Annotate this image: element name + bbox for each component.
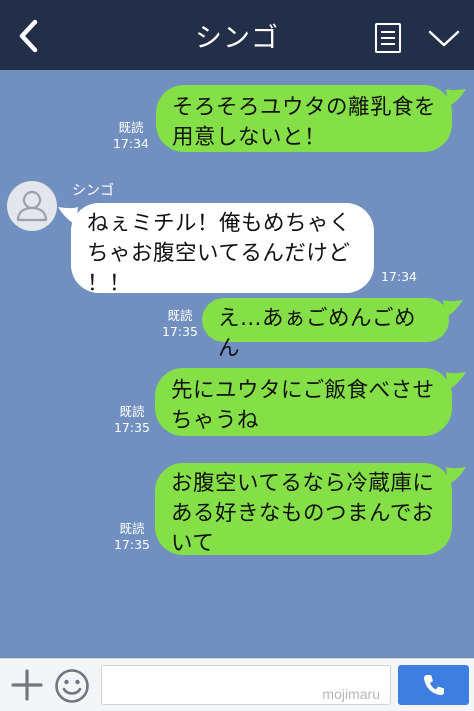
bubble-tail (443, 300, 463, 318)
message-composer: mojimaru (0, 658, 474, 711)
message-line: え…あぁごめんごめん (218, 306, 417, 361)
phone-icon (423, 675, 444, 695)
message-line: ちゃうね (171, 408, 260, 433)
back-button[interactable] (8, 14, 48, 58)
message-line: 用意しないと！ (172, 125, 327, 150)
outgoing-message-bubble[interactable]: 先にユウタにご飯食べさせ ちゃうね (155, 368, 466, 436)
bubble-tail (446, 372, 466, 390)
read-receipt: 既読 (119, 404, 145, 419)
bubble-tail (446, 467, 466, 485)
chat-header: シンゴ (0, 0, 474, 70)
message-line: ！！ (87, 271, 132, 296)
incoming-message-bubble[interactable]: ねぇミチル！俺もめちゃく ちゃお腹空いてるんだけど ！！ (58, 203, 374, 296)
avatar[interactable] (7, 181, 57, 231)
read-receipt: 既読 (119, 521, 145, 536)
plus-icon (11, 669, 43, 701)
read-receipt: 既読 (167, 308, 193, 323)
message-meta: 既読 17:35 (111, 404, 153, 436)
call-button[interactable] (398, 665, 469, 705)
message-time: 17:34 (112, 136, 150, 151)
message-input[interactable]: mojimaru (101, 665, 391, 705)
attach-button[interactable] (10, 668, 44, 702)
message-line: そろそろユウタの離乳食を (172, 95, 437, 120)
message-line: 先にユウタにご飯食べさせ (171, 378, 435, 403)
chat-title: シンゴ (195, 22, 279, 54)
user-icon (16, 190, 48, 222)
message-meta: 既読 17:34 (111, 120, 151, 152)
outgoing-message-bubble[interactable]: え…あぁごめんごめん (202, 298, 463, 361)
message-line: ある好きなものつまんでお (171, 501, 434, 526)
notes-icon (375, 23, 401, 53)
message-time: 17:35 (113, 537, 151, 552)
message-line: お腹空いてるなら冷蔵庫に (171, 471, 435, 496)
message-time: 17:35 (113, 420, 151, 435)
chevron-left-icon (19, 19, 38, 53)
sender-name: シンゴ (72, 183, 114, 199)
menu-toggle-button[interactable] (426, 24, 462, 52)
chat-area[interactable]: 既読 17:34 そろそろユウタの離乳食を 用意しないと！ シンゴ ねぇミチル！… (0, 70, 474, 658)
message-line: ちゃお腹空いてるんだけど (87, 241, 351, 266)
smiley-icon (55, 669, 89, 703)
message-time: 17:34 (380, 269, 418, 284)
bubble-tail (446, 89, 466, 107)
outgoing-message-bubble[interactable]: お腹空いてるなら冷蔵庫に ある好きなものつまんでお いて (155, 463, 466, 556)
chevron-down-icon (428, 30, 460, 47)
emoji-button[interactable] (54, 668, 90, 704)
message-line: ねぇミチル！俺もめちゃく (87, 211, 352, 236)
message-meta: 既読 17:35 (159, 308, 201, 340)
message-time: 17:35 (161, 324, 199, 339)
message-line: いて (171, 531, 215, 556)
notes-button[interactable] (372, 22, 404, 54)
read-receipt: 既読 (118, 120, 144, 135)
outgoing-message-bubble[interactable]: そろそろユウタの離乳食を 用意しないと！ (156, 85, 466, 152)
message-meta: 既読 17:35 (111, 521, 153, 553)
bubble-tail (58, 207, 78, 225)
watermark: mojimaru (322, 686, 380, 702)
